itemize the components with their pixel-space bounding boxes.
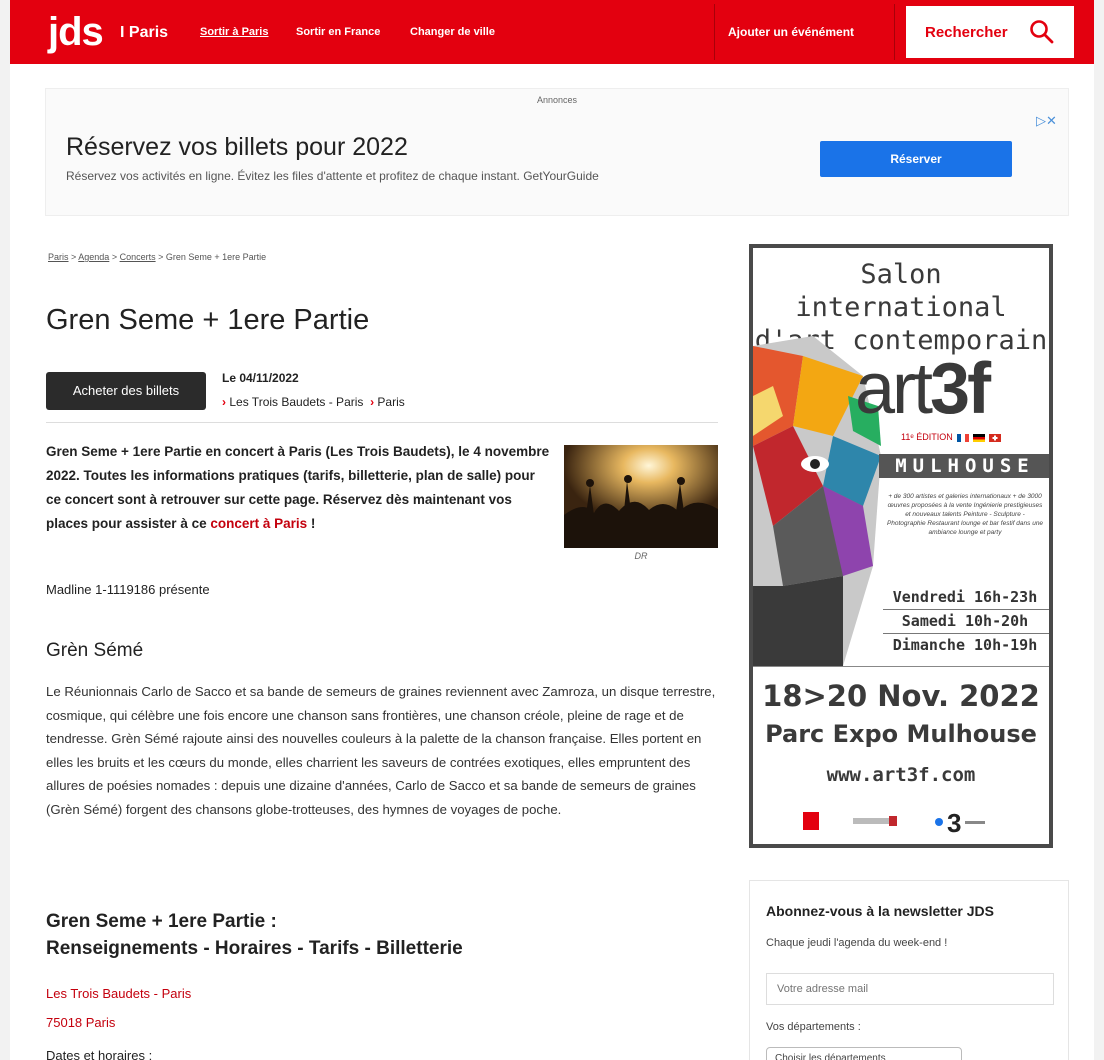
- departments-label: Vos départements :: [766, 1021, 861, 1033]
- venue-link[interactable]: Les Trois Baudets - Paris: [229, 395, 363, 409]
- newsletter-title: Abonnez-vous à la newsletter JDS: [766, 903, 994, 919]
- art3f-poster-ad[interactable]: Salon international d'art contemporain a…: [749, 244, 1053, 848]
- breadcrumb-separator: >: [109, 252, 120, 262]
- photo-caption: DR: [634, 551, 648, 561]
- add-event-link[interactable]: Ajouter un événément: [728, 25, 854, 39]
- poster-edition-text: 11ᵉ ÉDITION: [901, 432, 953, 442]
- poster-day-saturday: Samedi 10h-20h: [901, 612, 1029, 630]
- poster-dates-line1: 18>20 Nov. 2022: [762, 679, 1040, 713]
- flags-icon: [957, 433, 1002, 442]
- ad-choices-icon[interactable]: ▷✕: [1036, 113, 1057, 129]
- dates-label: Dates et horaires :: [46, 1048, 153, 1060]
- ad-reserve-button[interactable]: Réserver: [820, 141, 1012, 177]
- art3f-logo: art3f: [855, 348, 991, 430]
- poster-divider: [883, 609, 1049, 610]
- breadcrumb-separator: >: [155, 252, 166, 262]
- sponsor-logos: 3: [753, 804, 1049, 844]
- intro-end: !: [307, 516, 316, 531]
- city-label: I Paris: [120, 24, 169, 41]
- poster-url[interactable]: www.art3f.com: [753, 764, 1049, 786]
- poster-day-sunday: Dimanche 10h-19h: [892, 636, 1038, 654]
- concert-photo: [564, 445, 718, 548]
- intro-paragraph: Gren Seme + 1ere Partie en concert à Par…: [46, 440, 550, 536]
- buy-tickets-button[interactable]: Acheter des billets: [46, 372, 206, 410]
- poster-dates: 18>20 Nov. 2022 Parc Expo Mulhouse: [753, 678, 1049, 752]
- chevron-right-icon: ›: [222, 395, 226, 409]
- info-heading: Gren Seme + 1ere Partie : Renseignements…: [46, 908, 463, 962]
- poster-dates-line2: Parc Expo Mulhouse: [765, 720, 1037, 748]
- nav-divider: [714, 4, 715, 60]
- nav-divider: [894, 4, 895, 60]
- search-icon: [1030, 20, 1054, 44]
- nav-sortir-france[interactable]: Sortir en France: [296, 26, 380, 38]
- breadcrumb-current: Gren Seme + 1ere Partie: [165, 252, 267, 262]
- page-title: Gren Seme + 1ere Partie: [46, 304, 370, 336]
- newsletter-subtitle: Chaque jeudi l'agenda du week-end !: [766, 937, 948, 949]
- sponsor-logos-icon: 3: [803, 808, 985, 838]
- poster-day-friday: Vendredi 16h-23h: [892, 588, 1038, 606]
- ad-banner[interactable]: Annonces ▷✕ Réservez vos billets pour 20…: [45, 88, 1069, 216]
- breadcrumb-agenda[interactable]: Agenda: [78, 252, 109, 262]
- breadcrumb: Paris > Agenda > Concerts > Gren Seme + …: [48, 252, 266, 262]
- search-label: Rechercher: [925, 24, 1008, 41]
- jds-logo[interactable]: jds: [48, 10, 104, 54]
- poster-details: + de 300 artistes et galeries internatio…: [886, 493, 1044, 536]
- presenter-line: Madline 1-1119186 présente: [46, 582, 210, 597]
- nav-changer-ville[interactable]: Changer de ville: [410, 26, 495, 38]
- top-navbar: jds I Paris Sortir à Paris Sortir en Fra…: [10, 0, 1094, 64]
- event-location: › Les Trois Baudets - Paris › Paris: [222, 395, 405, 409]
- poster-city-banner: MULHOUSE: [879, 454, 1049, 478]
- breadcrumb-paris[interactable]: Paris: [48, 252, 69, 262]
- art3f-logo-light: art: [855, 349, 933, 429]
- poster-divider: [883, 633, 1049, 634]
- divider: [46, 422, 718, 423]
- nav-sortir-paris[interactable]: Sortir à Paris: [200, 26, 268, 38]
- poster-edition: 11ᵉ ÉDITION: [901, 432, 1013, 442]
- ad-description: Réservez vos activités en ligne. Évitez …: [66, 169, 599, 183]
- poster-heading-line1: Salon international: [795, 259, 1007, 323]
- city-link[interactable]: Paris: [377, 395, 404, 409]
- svg-text:3: 3: [947, 808, 961, 838]
- chevron-right-icon: ›: [370, 395, 375, 409]
- search-button[interactable]: Rechercher: [906, 6, 1074, 58]
- info-heading-line1: Gren Seme + 1ere Partie :: [46, 911, 277, 932]
- ad-title[interactable]: Réservez vos billets pour 2022: [66, 133, 408, 162]
- newsletter-box: Abonnez-vous à la newsletter JDS Chaque …: [749, 880, 1069, 1060]
- info-heading-line2: Renseignements - Horaires - Tarifs - Bil…: [46, 938, 463, 959]
- poster-divider: [753, 666, 1049, 667]
- breadcrumb-concerts[interactable]: Concerts: [120, 252, 156, 262]
- breadcrumb-separator: >: [68, 252, 79, 262]
- departments-select[interactable]: Choisir les départements: [766, 1047, 962, 1060]
- description-text: Le Réunionnais Carlo de Sacco et sa band…: [46, 684, 716, 817]
- event-date: Le 04/11/2022: [222, 371, 299, 385]
- newsletter-email-input[interactable]: [766, 973, 1054, 1005]
- concert-paris-link[interactable]: concert à Paris: [210, 516, 307, 531]
- art3f-logo-bold: 3f: [930, 349, 991, 429]
- postal-address-link[interactable]: 75018 Paris: [46, 1015, 115, 1030]
- ad-label: Annonces: [536, 95, 578, 105]
- section-subtitle: Grèn Sémé: [46, 640, 144, 661]
- venue-address-link[interactable]: Les Trois Baudets - Paris: [46, 986, 191, 1001]
